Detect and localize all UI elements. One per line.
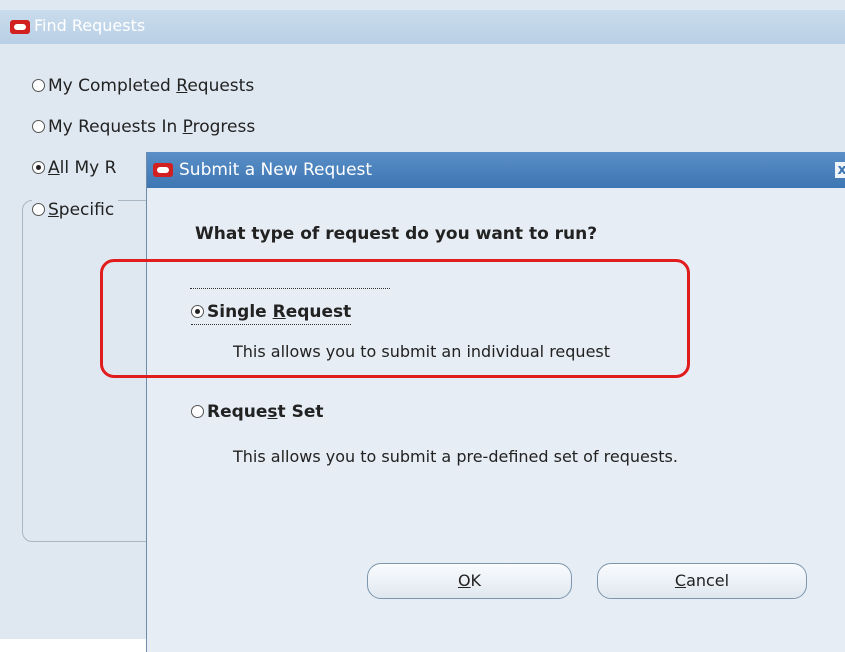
single-request-highlight (100, 259, 690, 378)
submit-new-request-dialog: Submit a New Request x What type of requ… (146, 152, 845, 652)
find-requests-title: Find Requests (34, 16, 146, 35)
dialog-title: Submit a New Request (179, 160, 373, 180)
radio-unchecked-icon (32, 120, 45, 133)
radio-unchecked-icon (191, 405, 204, 418)
oracle-logo-icon (10, 20, 30, 34)
oracle-logo-icon (153, 163, 173, 177)
dialog-titlebar[interactable]: Submit a New Request x (147, 152, 845, 188)
radio-specific-requests[interactable]: Specific (32, 200, 119, 220)
radio-my-requests-in-progress[interactable]: My Requests In Progress (32, 117, 255, 137)
radio-all-my-requests[interactable]: All My R (32, 158, 116, 178)
question-label: What type of request do you want to run? (195, 224, 598, 244)
cancel-button[interactable]: Cancel (597, 563, 807, 599)
radio-unchecked-icon (32, 79, 45, 92)
request-set-description: This allows you to submit a pre-defined … (233, 447, 678, 466)
radio-request-set[interactable]: Request Set (191, 402, 324, 422)
radio-checked-icon (32, 161, 45, 174)
radio-my-completed-requests[interactable]: My Completed Requests (32, 76, 254, 96)
close-icon[interactable]: x (835, 162, 845, 178)
radio-unchecked-icon (32, 203, 45, 216)
ok-button[interactable]: OK (367, 563, 572, 599)
